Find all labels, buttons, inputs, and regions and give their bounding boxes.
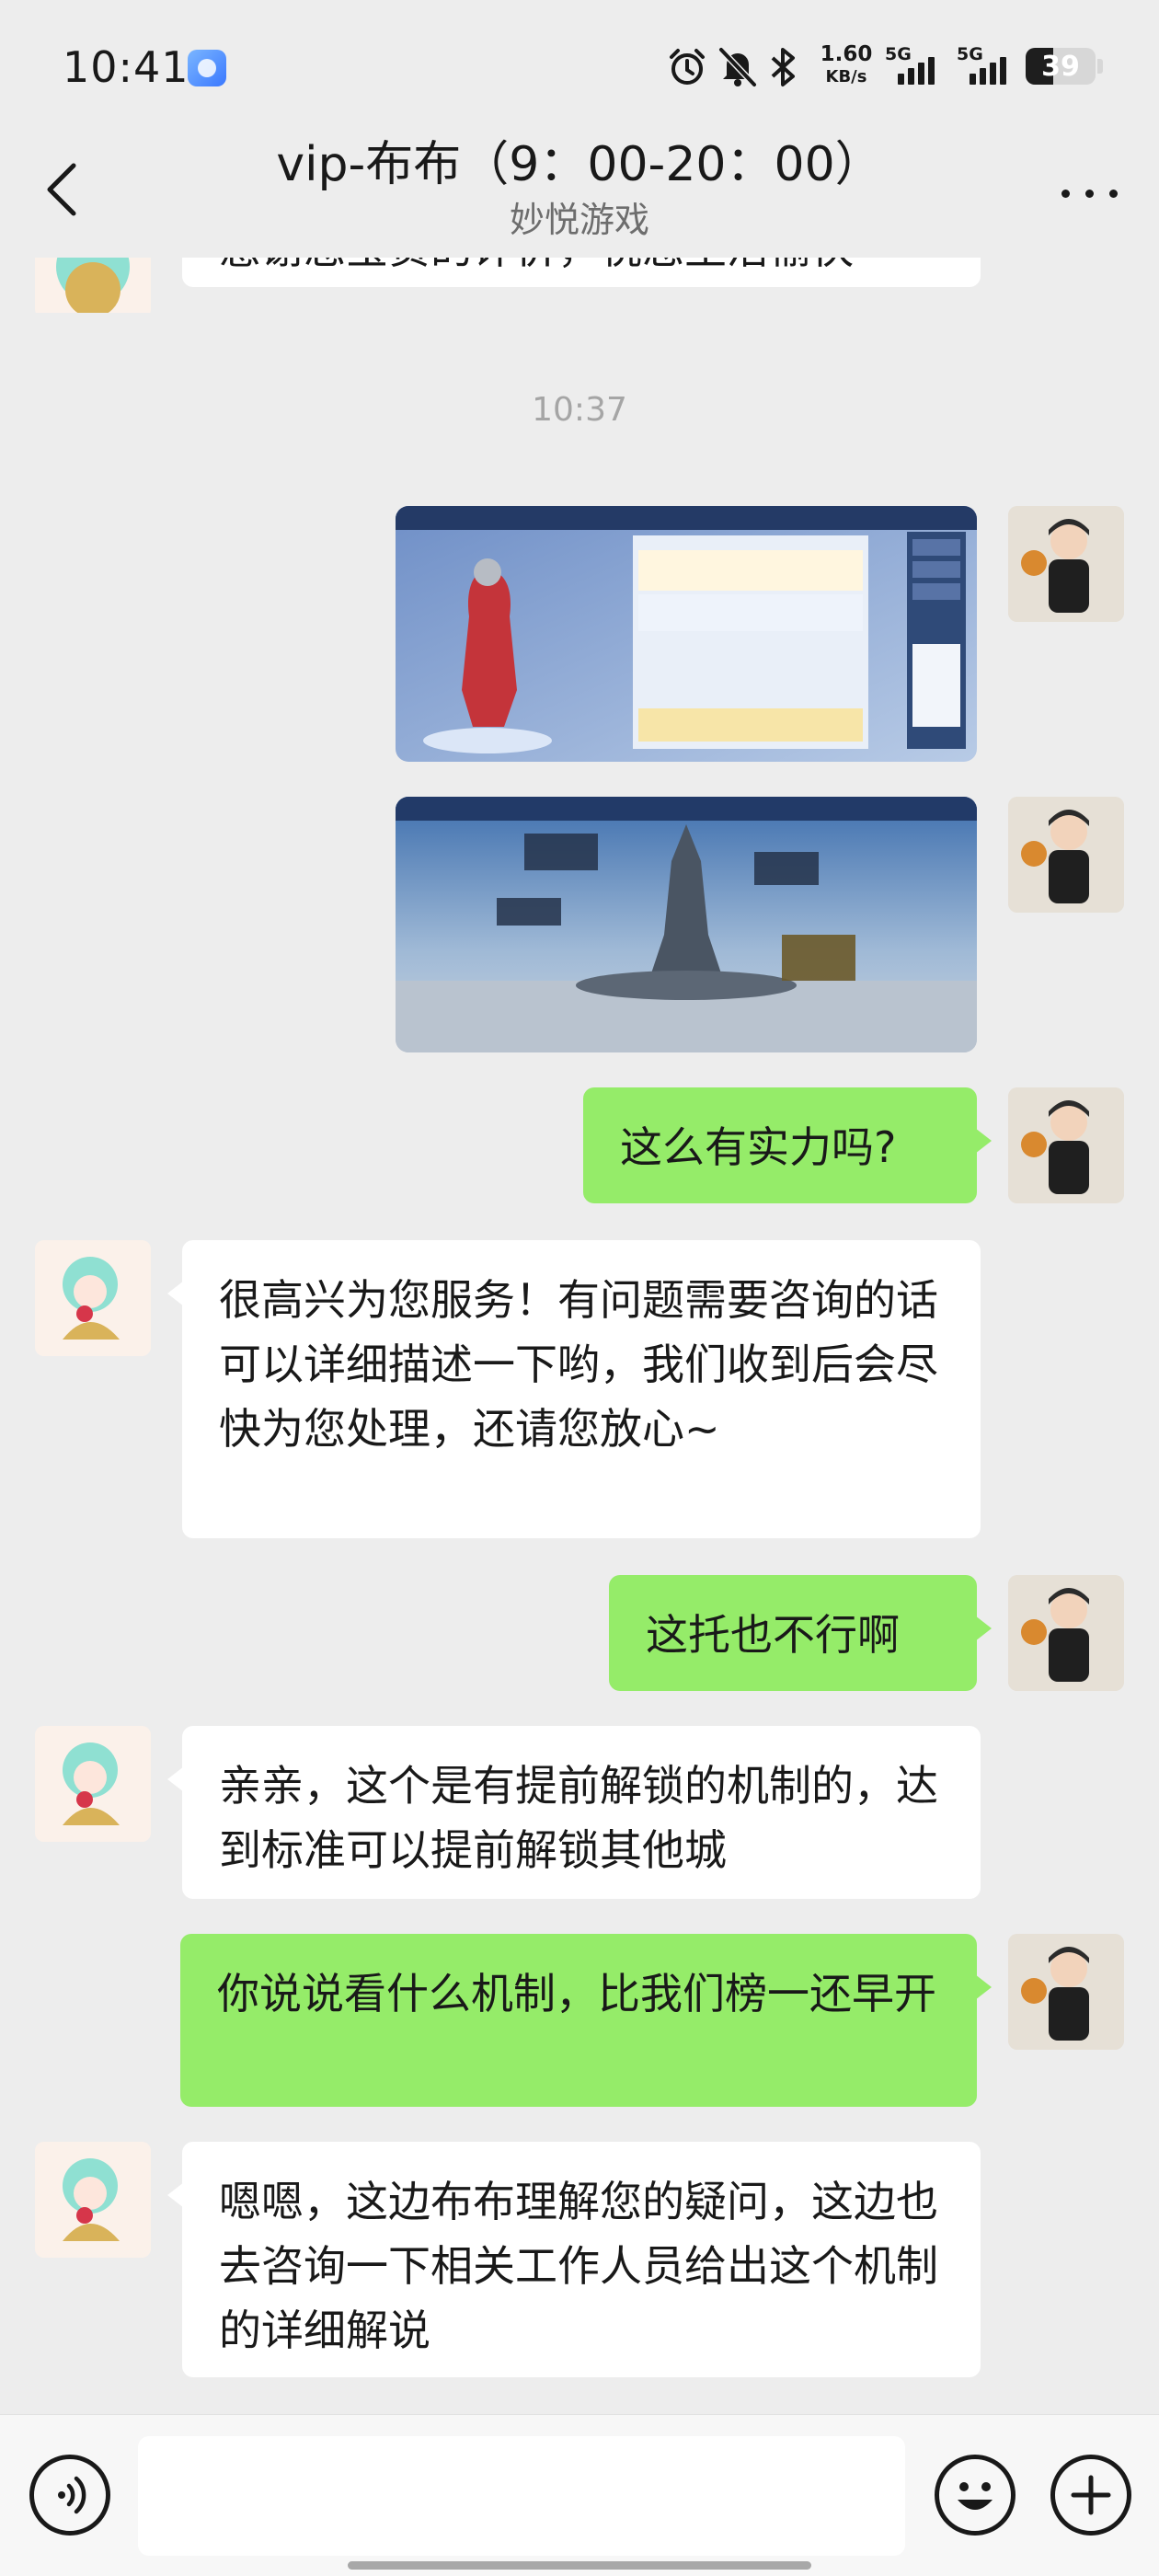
emoji-button[interactable]	[935, 2455, 1016, 2536]
agent-avatar[interactable]	[35, 2142, 151, 2258]
chat-title: vip-布布（9：00-20：00）	[276, 137, 883, 192]
network-speed: 1.60 KB/s	[820, 42, 873, 86]
voice-input-button[interactable]	[29, 2455, 110, 2536]
mute-icon	[718, 47, 757, 87]
voice-icon	[58, 2476, 86, 2514]
emoji-icon	[958, 2482, 993, 2510]
message-bubble[interactable]: 这么有实力吗?	[583, 1087, 992, 1203]
message-bubble[interactable]: 这托也不行啊	[609, 1575, 992, 1691]
message-bubble[interactable]: 嗯嗯，这边布布理解您的疑问，这边也去咨询一下相关工作人员给出这个机制的详细解说	[167, 2142, 981, 2377]
status-bar: 10:41 1.60 KB/s 5G 5G 39	[0, 0, 1159, 138]
bluetooth-icon	[771, 48, 795, 86]
user-avatar[interactable]	[1008, 1575, 1124, 1691]
more-options-button[interactable]	[1058, 175, 1122, 212]
signal-icon: 5G	[885, 44, 958, 86]
agent-avatar[interactable]	[35, 1240, 151, 1356]
alarm-icon	[670, 49, 705, 85]
message-input[interactable]	[138, 2436, 905, 2556]
agent-avatar[interactable]	[35, 258, 151, 313]
status-time: 10:41	[63, 42, 189, 92]
signal-icon: 5G	[957, 44, 1030, 86]
battery-cap	[1097, 59, 1103, 74]
partial-message-row: 感谢您宝贵的评价，祝您生活愉快	[0, 258, 1159, 313]
message-bubble[interactable]: 感谢您宝贵的评价，祝您生活愉快	[182, 258, 981, 287]
battery-icon: 39	[1026, 48, 1096, 85]
message-timestamp: 10:37	[532, 391, 627, 429]
chat-subtitle: 妙悦游戏	[509, 200, 649, 240]
agent-avatar[interactable]	[35, 1726, 151, 1842]
home-indicator[interactable]	[348, 2561, 811, 2570]
plus-icon	[1071, 2475, 1111, 2515]
message-bubble[interactable]: 你说说看什么机制，比我们榜一还早开	[180, 1934, 992, 2107]
back-button[interactable]	[37, 156, 88, 221]
message-bubble[interactable]: 很高兴为您服务！有问题需要咨询的话可以详细描述一下哟，我们收到后会尽快为您处理，…	[167, 1240, 981, 1538]
user-avatar[interactable]	[1008, 797, 1124, 913]
game-screenshot-image[interactable]	[396, 506, 977, 762]
user-avatar[interactable]	[1008, 1087, 1124, 1203]
more-functions-button[interactable]	[1050, 2455, 1131, 2536]
app-notification-icon	[188, 50, 226, 86]
message-bubble[interactable]: 亲亲，这个是有提前解锁的机制的，达到标准可以提前解锁其他城	[167, 1726, 981, 1899]
game-screenshot-image[interactable]	[396, 797, 977, 1052]
user-avatar[interactable]	[1008, 1934, 1124, 2050]
user-avatar[interactable]	[1008, 506, 1124, 622]
